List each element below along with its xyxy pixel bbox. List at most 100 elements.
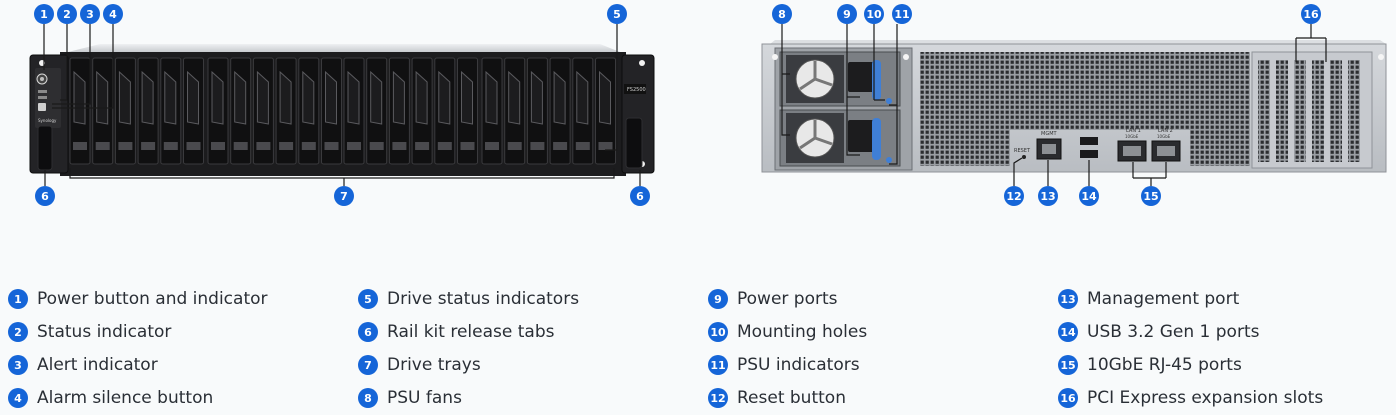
legend-label: USB 3.2 Gen 1 ports — [1087, 322, 1260, 342]
drive-tray[interactable] — [137, 57, 159, 165]
callout-badge-8: 8 — [772, 4, 792, 24]
callout-number: 11 — [894, 8, 909, 21]
drive-tray[interactable] — [92, 57, 114, 165]
drive-tray[interactable] — [457, 57, 478, 165]
psu-indicator-led — [886, 98, 892, 104]
callout-badge-16: 16 — [1301, 4, 1321, 24]
callout-badge-11: 11 — [892, 4, 912, 24]
callout-number: 15 — [1143, 190, 1158, 203]
reset-button-icon — [1022, 155, 1026, 159]
drive-tray[interactable] — [183, 57, 204, 165]
rear-vent-lower-right — [1190, 130, 1250, 166]
rear-vent-upper — [920, 52, 1250, 130]
legend-item: 11 PSU indicators — [708, 354, 860, 376]
lan1-speed-label: 10GbE — [1125, 134, 1139, 139]
legend-item: 13 Management port — [1058, 288, 1239, 310]
drive-tray[interactable] — [298, 57, 320, 165]
psu-handle — [872, 118, 881, 160]
drive-tray[interactable] — [230, 57, 252, 165]
rear-vent-lower-left — [920, 130, 1010, 166]
mgmt-label: MGMT — [1041, 131, 1058, 137]
legend-label: Reset button — [737, 388, 846, 408]
psu-indicator-led — [886, 157, 892, 163]
drive-tray[interactable] — [160, 57, 182, 165]
callout-number: 5 — [613, 8, 621, 21]
legend-number: 14 — [1058, 322, 1078, 342]
callout-number: 13 — [1040, 190, 1055, 203]
usb-port-icon — [1080, 137, 1098, 145]
drive-tray[interactable] — [388, 57, 410, 165]
drive-tray[interactable] — [411, 57, 433, 165]
legend-number: 9 — [708, 289, 728, 309]
legend-item: 7 Drive trays — [358, 354, 481, 376]
legend-number: 3 — [8, 355, 28, 375]
legend-item: 8 PSU fans — [358, 387, 462, 409]
pcie-slot-cover — [1330, 60, 1342, 162]
legend-number: 8 — [358, 388, 378, 408]
rear-view: RESET MGMT LAN 1 10GbE LAN 2 10GbE — [761, 24, 1387, 186]
drive-tray[interactable] — [549, 57, 571, 165]
mounting-hole-icon — [1378, 54, 1384, 60]
callout-number: 6 — [41, 190, 49, 203]
reset-label: RESET — [1014, 148, 1031, 154]
front-chassis-lid — [68, 44, 620, 52]
lan2-speed-label: 10GbE — [1157, 134, 1171, 139]
legend: 1 Power button and indicator 2 Status indic… — [0, 284, 1396, 415]
legend-label: Drive status indicators — [387, 289, 580, 309]
power-port-icon — [848, 120, 874, 152]
callout-badge-15: 15 — [1141, 186, 1161, 206]
legend-number: 10 — [708, 322, 728, 342]
legend-item: 3 Alert indicator — [8, 354, 158, 376]
drive-tray[interactable] — [595, 57, 616, 165]
status-led — [38, 90, 47, 93]
drive-tray[interactable] — [321, 57, 342, 165]
callout-badge-14: 14 — [1079, 186, 1099, 206]
drive-tray[interactable] — [343, 57, 365, 165]
callout-badge-9: 9 — [837, 4, 857, 24]
callout-number: 6 — [636, 190, 644, 203]
drive-tray[interactable] — [481, 57, 503, 165]
pcie-slot-cover — [1348, 60, 1360, 162]
legend-item: 10 Mounting holes — [708, 321, 867, 343]
drive-tray[interactable] — [366, 57, 388, 165]
legend-label: PSU fans — [387, 388, 462, 408]
callout-number: 9 — [843, 8, 851, 21]
legend-label: PCI Express expansion slots — [1087, 388, 1324, 408]
callout-number: 8 — [778, 8, 786, 21]
callout-badge-12: 12 — [1004, 186, 1024, 206]
legend-item: 1 Power button and indicator — [8, 288, 268, 310]
drive-tray[interactable] — [252, 57, 274, 165]
callout-badge-5: 5 — [607, 4, 627, 24]
pcie-slot-area — [1251, 51, 1373, 169]
power-port-icon — [848, 62, 874, 92]
callout-badge-4: 4 — [103, 4, 123, 24]
legend-number: 5 — [358, 289, 378, 309]
rear-chassis-lid — [770, 40, 1386, 44]
callout-number: 10 — [866, 8, 882, 21]
legend-label: Power ports — [737, 289, 838, 309]
legend-label: Status indicator — [37, 322, 172, 342]
callout-number: 1 — [40, 8, 48, 21]
drive-tray[interactable] — [114, 57, 136, 165]
drive-tray[interactable] — [434, 57, 456, 165]
drive-tray[interactable] — [207, 57, 229, 165]
right-rail-release-tab — [625, 117, 643, 169]
legend-label: Alert indicator — [37, 355, 158, 375]
drive-tray[interactable] — [69, 57, 91, 165]
callout-number: 3 — [86, 8, 94, 21]
drive-tray[interactable] — [504, 57, 526, 165]
drive-tray[interactable] — [572, 57, 594, 165]
legend-item: 6 Rail kit release tabs — [358, 321, 554, 343]
legend-item: 14 USB 3.2 Gen 1 ports — [1058, 321, 1259, 343]
drive-tray[interactable] — [275, 57, 297, 165]
drive-tray[interactable] — [526, 57, 548, 165]
legend-number: 11 — [708, 355, 728, 375]
legend-item: 5 Drive status indicators — [358, 288, 579, 310]
legend-label: Management port — [1087, 289, 1240, 309]
callout-badge-10: 10 — [864, 4, 884, 24]
legend-item: 15 10GbE RJ-45 ports — [1058, 354, 1242, 376]
psu-handle — [872, 60, 881, 100]
pcie-slot-cover — [1258, 60, 1270, 162]
legend-item: 2 Status indicator — [8, 321, 171, 343]
legend-label: Alarm silence button — [37, 388, 214, 408]
